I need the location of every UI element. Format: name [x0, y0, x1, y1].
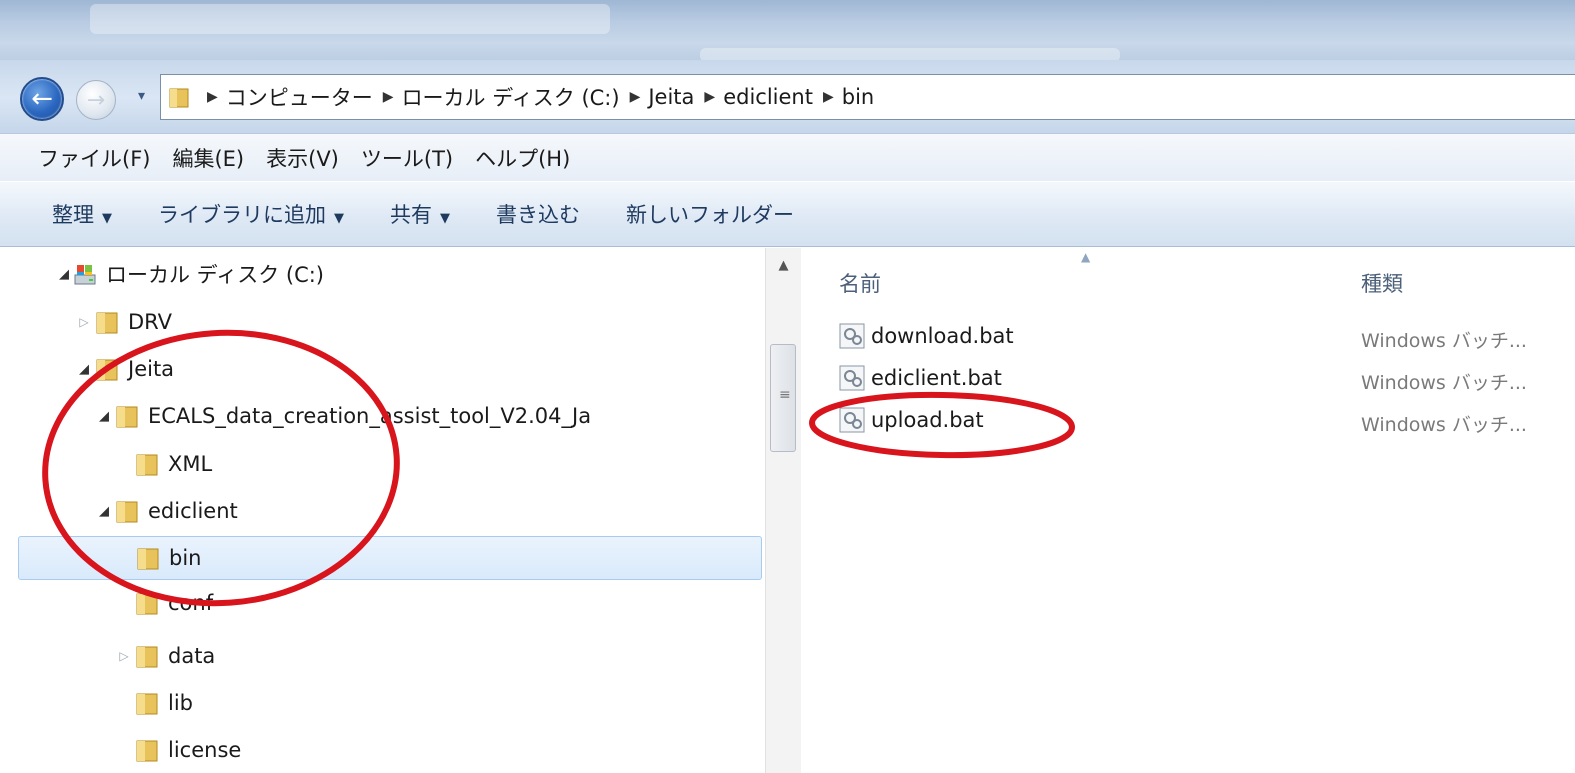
breadcrumb-separator-icon[interactable]: ▶ — [383, 89, 394, 105]
new-folder-button[interactable]: 新しいフォルダー — [626, 199, 794, 229]
tree-scrollbar[interactable]: ▲ ≡ — [765, 248, 801, 773]
tree-item-ecals[interactable]: ◢ ECALS_data_creation_assist_tool_V2.04_… — [96, 396, 591, 436]
scroll-up-arrow-icon[interactable]: ▲ — [766, 258, 801, 273]
column-header-name[interactable]: 名前 — [839, 268, 881, 298]
add-to-library-label: ライブラリに追加 — [158, 203, 326, 227]
tree-item-label: XML — [168, 452, 213, 476]
tree-item-label: ediclient — [148, 499, 238, 523]
expanded-arrow-icon[interactable]: ◢ — [76, 362, 92, 377]
drive-icon — [74, 265, 96, 285]
tree-item-license[interactable]: license — [116, 730, 241, 770]
breadcrumb-jeita[interactable]: Jeita — [648, 85, 694, 109]
breadcrumb-separator-icon[interactable]: ▶ — [823, 89, 834, 105]
tree-item-label: data — [168, 644, 216, 668]
breadcrumb-separator-icon[interactable]: ▶ — [207, 89, 218, 105]
tree-item-label: ローカル ディスク (C:) — [106, 263, 325, 287]
folder-icon — [136, 454, 158, 476]
file-name: ediclient.bat — [871, 366, 1002, 390]
file-type: Windows バッチ... — [1361, 372, 1527, 394]
tree-item-drv[interactable]: ▷ DRV — [76, 302, 172, 342]
sort-ascending-icon: ▲ — [1081, 250, 1091, 264]
expanded-arrow-icon[interactable]: ◢ — [96, 504, 112, 519]
file-type: Windows バッチ... — [1361, 414, 1527, 436]
folder-icon — [169, 88, 189, 108]
organize-label: 整理 — [52, 203, 94, 227]
breadcrumb-computer[interactable]: コンピューター — [226, 82, 373, 112]
file-name: download.bat — [871, 324, 1014, 348]
chevron-down-icon: ▼ — [102, 211, 112, 226]
folder-icon — [137, 548, 159, 570]
address-bar[interactable]: ▶ コンピューター ▶ ローカル ディスク (C:) ▶ Jeita ▶ edi… — [160, 74, 1575, 120]
folder-icon — [136, 646, 158, 668]
batch-file-icon — [839, 323, 865, 349]
tree-item-label: conf — [168, 591, 214, 615]
tree-item-label: license — [168, 738, 242, 762]
grip-icon: ≡ — [779, 387, 791, 403]
tree-item-data[interactable]: ▷ data — [116, 636, 215, 676]
tree-item-label: lib — [168, 691, 193, 715]
forward-arrow-icon[interactable]: → — [76, 80, 116, 120]
chevron-down-icon: ▼ — [334, 211, 344, 226]
expanded-arrow-icon[interactable]: ◢ — [96, 409, 112, 424]
tree-item-label: Jeita — [128, 357, 175, 381]
share-button[interactable]: 共有 ▼ — [390, 199, 450, 229]
command-bar: 整理 ▼ ライブラリに追加 ▼ 共有 ▼ 書き込む 新しいフォルダー — [0, 181, 1575, 247]
tree-item-label: bin — [169, 546, 202, 570]
recent-pages-dropdown-icon[interactable]: ▾ — [138, 88, 145, 104]
tree-item-bin[interactable]: bin — [18, 536, 762, 580]
folder-icon — [136, 693, 158, 715]
menu-help[interactable]: ヘルプ(H) — [475, 143, 570, 173]
expanded-arrow-icon[interactable]: ◢ — [56, 267, 72, 282]
burn-button[interactable]: 書き込む — [496, 199, 580, 229]
column-header-type[interactable]: 種類 — [1361, 268, 1403, 298]
tree-item-ediclient[interactable]: ◢ ediclient — [96, 491, 238, 531]
tree-item-xml[interactable]: XML — [116, 444, 212, 484]
tree-item-lib[interactable]: lib — [116, 683, 193, 723]
breadcrumb-separator-icon[interactable]: ▶ — [704, 89, 715, 105]
breadcrumb-ediclient[interactable]: ediclient — [723, 85, 813, 109]
tree-item-conf[interactable]: conf — [116, 583, 213, 623]
breadcrumb-separator-icon[interactable]: ▶ — [630, 89, 641, 105]
scrollbar-thumb[interactable]: ≡ — [770, 344, 796, 452]
tree-item-label: ECALS_data_creation_assist_tool_V2.04_Ja — [148, 404, 592, 428]
breadcrumb-bin[interactable]: bin — [842, 85, 874, 109]
file-name: upload.bat — [871, 408, 984, 432]
file-row[interactable]: upload.bat — [839, 402, 984, 438]
file-row[interactable]: ediclient.bat — [839, 360, 1002, 396]
batch-file-icon — [839, 407, 865, 433]
collapsed-arrow-icon[interactable]: ▷ — [116, 649, 132, 663]
back-arrow-icon[interactable]: ← — [20, 77, 64, 121]
menu-bar: ファイル(F) 編集(E) 表示(V) ツール(T) ヘルプ(H) — [0, 133, 1575, 181]
tree-item-label: DRV — [128, 310, 172, 334]
folder-icon — [116, 501, 138, 523]
tree-item-local-disk[interactable]: ◢ ローカル ディスク (C:) — [56, 254, 324, 294]
menu-tools[interactable]: ツール(T) — [361, 143, 453, 173]
folder-icon — [96, 359, 118, 381]
menu-view[interactable]: 表示(V) — [266, 143, 339, 173]
organize-button[interactable]: 整理 ▼ — [52, 199, 112, 229]
collapsed-arrow-icon[interactable]: ▷ — [76, 315, 92, 329]
navigation-tree[interactable]: ◢ ローカル ディスク (C:) ▷ DRV ◢ Jeita ◢ ECALS_d… — [18, 248, 801, 773]
menu-edit[interactable]: 編集(E) — [172, 143, 244, 173]
tree-item-jeita[interactable]: ◢ Jeita — [76, 349, 174, 389]
batch-file-icon — [839, 365, 865, 391]
share-label: 共有 — [390, 203, 432, 227]
folder-icon — [116, 406, 138, 428]
breadcrumb-local-disk[interactable]: ローカル ディスク (C:) — [402, 82, 620, 112]
folder-icon — [136, 593, 158, 615]
file-type: Windows バッチ... — [1361, 330, 1527, 352]
file-list[interactable]: ▲ 名前 種類 download.bat Windows バッチ... edic… — [801, 248, 1575, 773]
folder-icon — [136, 740, 158, 762]
menu-file[interactable]: ファイル(F) — [38, 143, 150, 173]
add-to-library-button[interactable]: ライブラリに追加 ▼ — [158, 199, 344, 229]
folder-icon — [96, 312, 118, 334]
file-row[interactable]: download.bat — [839, 318, 1014, 354]
chevron-down-icon: ▼ — [440, 211, 450, 226]
